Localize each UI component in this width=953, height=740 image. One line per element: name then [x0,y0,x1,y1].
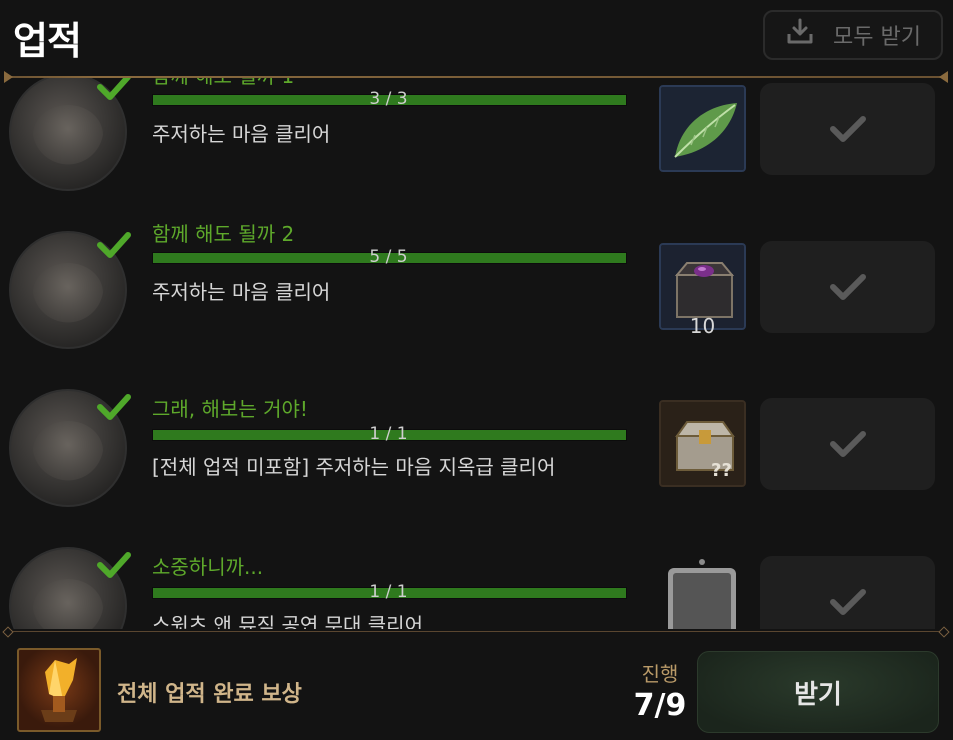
achievement-description: [전체 업적 미포함] 주저하는 마음 지옥급 클리어 [152,455,556,479]
golden-crystal-icon [41,658,77,722]
achievement-list[interactable]: 함께 해도 될까 1 3 / 3 주저하는 마음 클리어 [0,78,953,629]
progress-label: 진행 [641,662,679,686]
leaf-icon [661,87,744,170]
achievements-page: 업적 모두 받기 함께 해도 될까 1 3 / 3 주저하는 마음 클리어 [0,0,953,740]
download-icon [785,17,815,53]
progress-value: 7/9 [633,688,687,723]
achievement-description: 주저하는 마음 클리어 [152,122,331,146]
claim-button[interactable]: 받기 [697,651,939,733]
progress-text: 1 / 1 [369,582,408,602]
check-icon [829,589,866,615]
header: 업적 모두 받기 [0,0,953,76]
achievement-title: 함께 해도 될까 1 [152,78,294,89]
claimed-button[interactable] [760,241,935,333]
achievement-title: 소중하니까... [152,555,264,579]
check-icon [829,116,866,142]
svg-text:??: ?? [711,460,732,481]
check-icon [97,78,131,100]
check-icon [829,431,866,457]
achievement-title: 그래, 해보는 거야! [152,397,308,421]
achievement-description: 스윗츠 앤 뮤직 공연 무대 클리어 [152,613,423,629]
claimed-button[interactable] [760,398,935,490]
progress-text: 1 / 1 [369,424,408,444]
achievement-title: 함께 해도 될까 2 [152,222,295,246]
claimed-button[interactable] [760,83,935,175]
achievement-row: 함께 해도 될까 1 3 / 3 주저하는 마음 클리어 [0,78,953,218]
reward-item[interactable] [659,556,746,629]
total-reward-item[interactable] [17,648,101,732]
achievement-row: 소중하니까... 1 / 1 스윗츠 앤 뮤직 공연 무대 클리어 [0,534,953,629]
check-icon [97,232,131,258]
page-title: 업적 [13,19,82,63]
reward-item[interactable]: ?? [659,400,746,487]
mystery-chest-icon: ?? [661,402,744,485]
total-reward-label: 전체 업적 완료 보상 [117,682,302,707]
check-icon [97,394,131,420]
progress-text: 5 / 5 [369,247,408,267]
footer: 전체 업적 완료 보상 진행 7/9 받기 [0,632,953,740]
check-icon [97,552,131,578]
claim-all-label: 모두 받기 [833,25,921,50]
claimed-button[interactable] [760,556,935,629]
achievement-row: 함께 해도 될까 2 5 / 5 주저하는 마음 클리어 10 [0,218,953,376]
achievement-row: 그래, 해보는 거야! 1 / 1 [전체 업적 미포함] 주저하는 마음 지옥… [0,376,953,534]
frame-sign-icon [668,559,736,629]
claim-all-button[interactable]: 모두 받기 [763,10,943,60]
achievement-description: 주저하는 마음 클리어 [152,280,331,304]
check-icon [829,274,866,300]
reward-item[interactable] [659,85,746,172]
reward-count: 10 [689,314,716,338]
progress-text: 3 / 3 [369,89,408,109]
